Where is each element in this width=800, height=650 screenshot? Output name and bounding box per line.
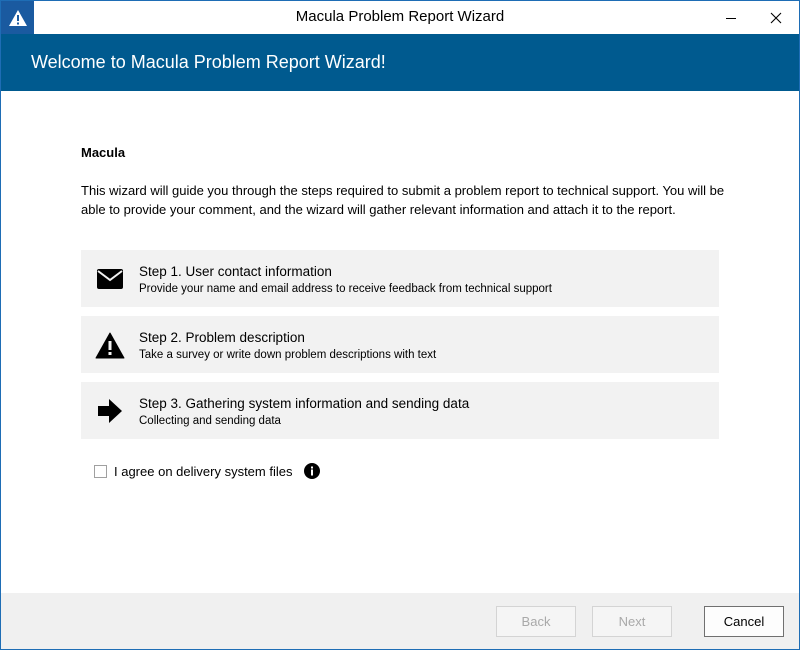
step-title: Step 2. Problem description [139, 330, 305, 345]
header-banner: Welcome to Macula Problem Report Wizard! [1, 34, 799, 91]
agree-label[interactable]: I agree on delivery system files [114, 464, 292, 479]
info-icon[interactable] [304, 463, 321, 479]
arrow-right-icon [95, 396, 125, 426]
banner-title: Welcome to Macula Problem Report Wizard! [31, 52, 386, 72]
window-title: Macula Problem Report Wizard [295, 8, 505, 25]
footer-bar: Back Next Cancel [1, 593, 799, 649]
intro-text: This wizard will guide you through the s… [81, 183, 725, 217]
step-title: Step 1. User contact information [139, 264, 332, 279]
product-name: Macula [81, 145, 126, 160]
minimize-button[interactable] [708, 1, 754, 34]
envelope-icon [95, 264, 125, 294]
agree-checkbox[interactable] [94, 464, 107, 478]
warning-icon [95, 330, 125, 360]
step-title: Step 3. Gathering system information and… [139, 396, 470, 411]
step-card-problem: Step 2. Problem description Take a surve… [81, 316, 719, 373]
step-card-sending: Step 3. Gathering system information and… [81, 382, 719, 439]
step-description: Provide your name and email address to r… [139, 283, 552, 295]
close-icon [770, 12, 782, 23]
minimize-icon [726, 17, 736, 19]
close-button[interactable] [753, 1, 799, 34]
step-description: Take a survey or write down problem desc… [139, 349, 437, 361]
wizard-window: Macula Problem Report Wizard Welcome to … [0, 0, 800, 650]
step-description: Collecting and sending data [139, 415, 281, 427]
agreement-row: I agree on delivery system files [94, 461, 321, 481]
step-card-contact: Step 1. User contact information Provide… [81, 250, 719, 307]
back-button[interactable]: Back [496, 606, 576, 637]
title-bar[interactable]: Macula Problem Report Wizard [1, 1, 799, 34]
cancel-button[interactable]: Cancel [704, 606, 784, 637]
next-button[interactable]: Next [592, 606, 672, 637]
